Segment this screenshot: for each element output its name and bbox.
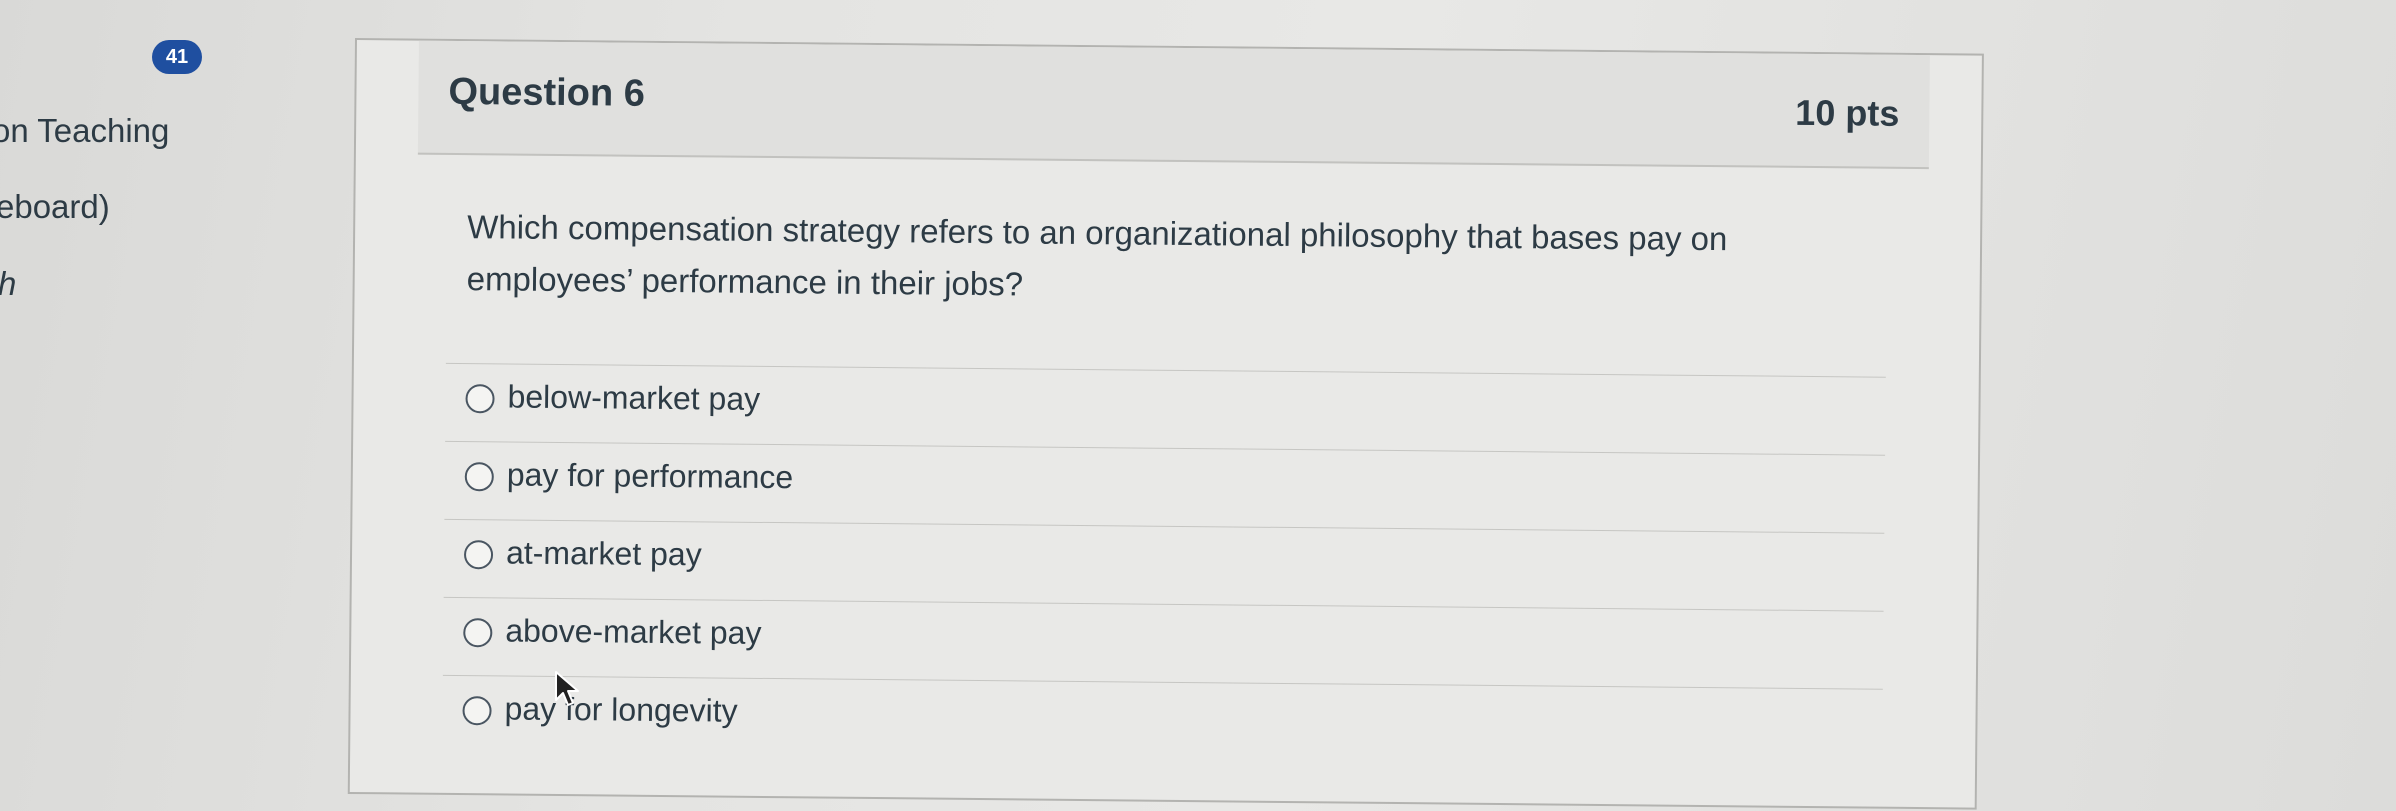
radio-button[interactable] <box>463 540 494 570</box>
question-title: Question 6 <box>448 70 646 115</box>
sidebar-link-board[interactable]: eboard) <box>0 188 110 226</box>
answer-option[interactable]: at-market pay <box>443 519 1885 612</box>
answer-option[interactable]: above-market pay <box>442 597 1884 690</box>
radio-button[interactable] <box>462 696 492 726</box>
answer-list: below-market pay pay for performance at-… <box>442 362 1886 767</box>
sidebar-link-teaching[interactable]: on Teaching <box>0 112 169 150</box>
answer-option[interactable]: pay for longevity <box>442 676 1883 767</box>
answer-label[interactable]: above-market pay <box>505 612 761 651</box>
course-sidebar: 41 on Teaching eboard) h <box>0 0 230 811</box>
radio-button[interactable] <box>463 618 493 648</box>
mouse-cursor-icon <box>555 671 579 706</box>
radio-button[interactable] <box>464 462 494 492</box>
answer-label[interactable]: pay for performance <box>507 456 794 496</box>
question-header: Question 6 10 pts <box>417 40 1930 170</box>
question-text: Which compensation strategy refers to an… <box>466 208 1728 303</box>
answer-option[interactable]: below-market pay <box>445 362 1886 456</box>
answer-option[interactable]: pay for performance <box>444 441 1886 534</box>
notification-badge[interactable]: 41 <box>152 40 202 74</box>
radio-button[interactable] <box>465 384 495 414</box>
question-card: Question 6 10 pts Which compensation str… <box>347 38 1984 810</box>
answer-label[interactable]: pay for longevity <box>504 690 737 729</box>
question-points: 10 pts <box>1795 91 1900 134</box>
answer-label[interactable]: at-market pay <box>506 534 702 573</box>
answer-label[interactable]: below-market pay <box>507 378 760 417</box>
sidebar-link-partial[interactable]: h <box>0 265 16 303</box>
